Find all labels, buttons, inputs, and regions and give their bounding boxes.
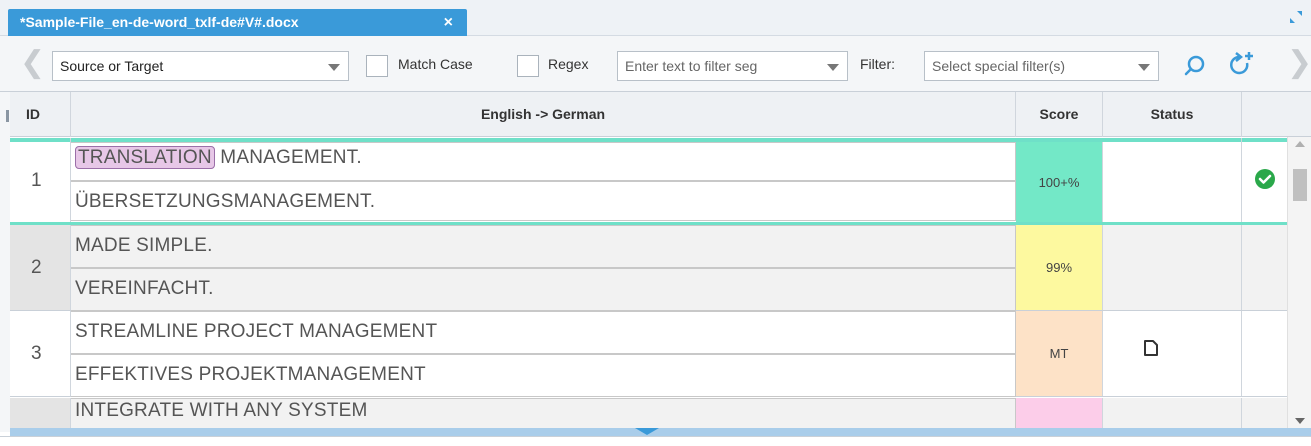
previous-arrow-icon[interactable]: ❮ xyxy=(20,48,45,80)
column-header-score[interactable]: Score xyxy=(1016,92,1103,137)
status-cell xyxy=(1103,311,1242,396)
chevron-down-icon xyxy=(827,64,839,71)
regex-checkbox[interactable] xyxy=(517,55,539,77)
search-icon[interactable] xyxy=(1180,51,1210,81)
search-scope-value: Source or Target xyxy=(60,58,164,74)
scrollbar-thumb[interactable] xyxy=(1293,169,1307,201)
target-segment[interactable]: ÜBERSETZUNGSMANAGEMENT. xyxy=(71,181,1016,221)
match-case-checkbox[interactable] xyxy=(366,55,388,77)
status-cell xyxy=(1103,225,1242,310)
next-arrow-icon[interactable]: ❯ xyxy=(1287,48,1311,80)
column-header-status[interactable]: Status xyxy=(1103,92,1242,137)
chevron-down-icon xyxy=(328,64,340,71)
match-score: 100+% xyxy=(1016,142,1103,224)
filter-label: Filter: xyxy=(860,56,895,72)
filter-toolbar: ❮ Source or Target Match Case Regex Ente… xyxy=(0,36,1311,92)
source-segment[interactable]: INTEGRATE WITH ANY SYSTEM xyxy=(71,398,1016,429)
status-cell xyxy=(1103,138,1242,223)
source-segment[interactable]: MADE SIMPLE. xyxy=(71,225,1016,268)
special-filter-dropdown[interactable]: Select special filter(s) xyxy=(924,51,1159,81)
document-icon xyxy=(1144,340,1158,356)
scroll-down-icon[interactable] xyxy=(1295,418,1305,424)
search-scope-dropdown[interactable]: Source or Target xyxy=(52,51,349,81)
match-score xyxy=(1016,398,1103,429)
bottom-panel xyxy=(0,436,1311,446)
search-highlight: TRANSLATION xyxy=(75,146,215,169)
collapse-handle-icon[interactable] xyxy=(635,428,659,435)
match-score: 99% xyxy=(1016,225,1103,310)
scroll-up-icon[interactable] xyxy=(1295,141,1305,147)
match-score: MT xyxy=(1016,311,1103,396)
segment-row[interactable]: 3 STREAMLINE PROJECT MANAGEMENT EFFEKTIV… xyxy=(10,311,1287,397)
refresh-filter-icon[interactable] xyxy=(1225,49,1257,81)
segment-id: 2 xyxy=(10,225,71,310)
source-segment[interactable]: STREAMLINE PROJECT MANAGEMENT xyxy=(71,311,1016,354)
column-header-id[interactable]: ID xyxy=(10,92,71,137)
left-gutter xyxy=(0,92,10,432)
regex-label: Regex xyxy=(548,56,589,72)
confirm-cell xyxy=(1242,225,1287,310)
target-segment[interactable]: VEREINFACHT. xyxy=(71,268,1016,311)
special-filter-placeholder: Select special filter(s) xyxy=(932,58,1066,74)
check-circle-icon[interactable] xyxy=(1254,168,1276,190)
tab-close-icon[interactable]: × xyxy=(444,9,453,36)
match-case-label: Match Case xyxy=(398,56,473,72)
maximize-icon[interactable] xyxy=(1289,10,1303,24)
chevron-down-icon xyxy=(1138,64,1150,71)
filter-text-input[interactable]: Enter text to filter seg xyxy=(617,51,848,81)
column-header-language-pair[interactable]: English -> German xyxy=(71,92,1016,137)
segment-id: 3 xyxy=(10,311,71,396)
status-cell xyxy=(1103,398,1242,429)
grid-header: ID English -> German Score Status xyxy=(10,92,1311,137)
segment-row[interactable]: INTEGRATE WITH ANY SYSTEM xyxy=(10,398,1287,430)
segment-id xyxy=(10,398,71,429)
segment-row[interactable]: 2 MADE SIMPLE. VEREINFACHT. 99% xyxy=(10,225,1287,311)
segment-row[interactable]: 1 TRANSLATION MANAGEMENT. ÜBERSETZUNGSMA… xyxy=(10,138,1287,226)
confirm-cell xyxy=(1242,138,1287,223)
filter-text-placeholder: Enter text to filter seg xyxy=(625,58,758,74)
confirm-cell xyxy=(1242,311,1287,396)
panel-splitter[interactable] xyxy=(10,428,1311,436)
vertical-scrollbar[interactable] xyxy=(1287,137,1311,430)
target-segment[interactable]: EFFEKTIVES PROJEKTMANAGEMENT xyxy=(71,354,1016,397)
source-segment[interactable]: TRANSLATION MANAGEMENT. xyxy=(71,142,1016,181)
segment-id: 1 xyxy=(10,138,71,223)
tab-active-document[interactable]: *Sample-File_en-de-word_txlf-de#V#.docx … xyxy=(8,9,467,36)
column-header-extra xyxy=(1242,92,1297,137)
tab-title: *Sample-File_en-de-word_txlf-de#V#.docx xyxy=(20,14,299,30)
gutter-marker xyxy=(6,110,9,122)
tab-bar: *Sample-File_en-de-word_txlf-de#V#.docx … xyxy=(0,0,1311,36)
confirm-cell xyxy=(1242,398,1287,429)
source-text: MANAGEMENT. xyxy=(214,147,362,168)
